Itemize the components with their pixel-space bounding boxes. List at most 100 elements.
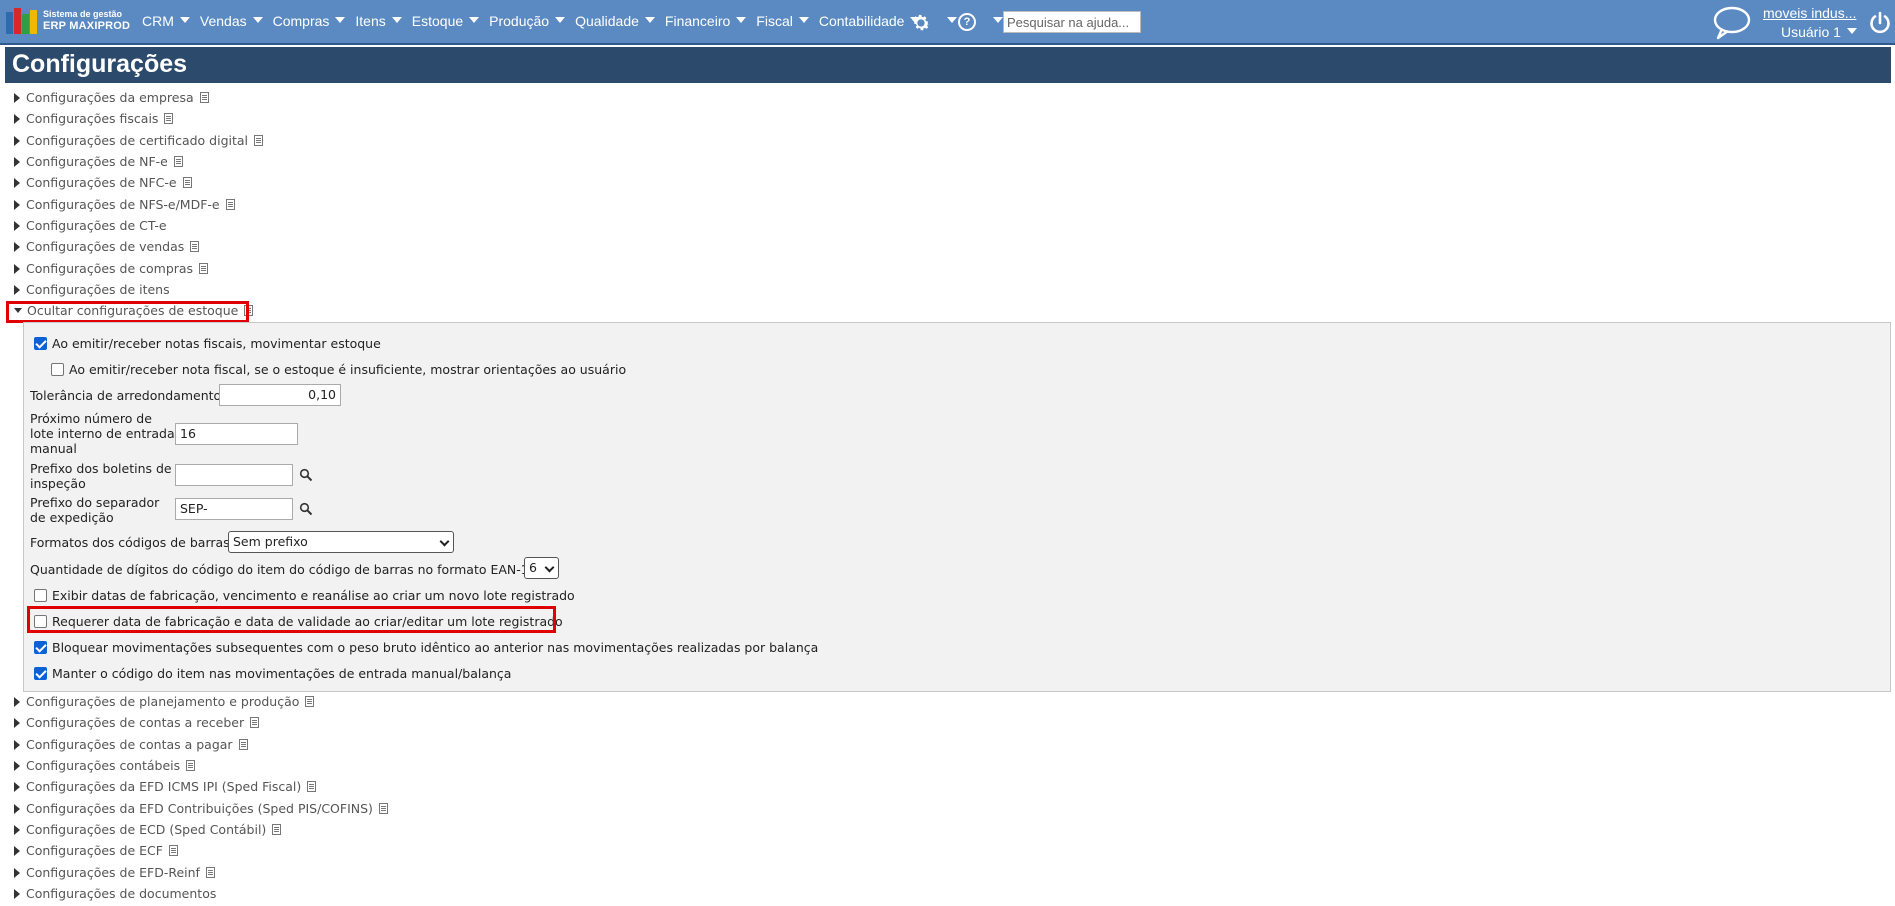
chevron-down-icon: [1846, 28, 1857, 35]
section-compras[interactable]: Configurações de compras: [14, 261, 209, 281]
highlight-box-option: [27, 606, 556, 633]
section-itens[interactable]: Configurações de itens: [14, 282, 170, 302]
help-dropdown-icon[interactable]: [993, 17, 1003, 23]
main-menu: CRM Vendas Compras Itens Estoque Produçã…: [142, 13, 930, 29]
checkbox-keep-item-code[interactable]: [34, 667, 47, 680]
chat-bubble-icon[interactable]: [1712, 5, 1752, 41]
section-contas-pagar[interactable]: Configurações de contas a pagar: [14, 737, 248, 757]
section-nfse-mdfe[interactable]: Configurações de NFS-e/MDF-e: [14, 197, 235, 217]
option-keep-item-code[interactable]: Manter o código do item nas movimentaçõe…: [34, 666, 511, 681]
document-icon[interactable]: [238, 739, 248, 750]
document-icon[interactable]: [182, 177, 192, 188]
chevron-down-icon: [252, 17, 263, 24]
document-icon[interactable]: [254, 135, 264, 146]
document-icon[interactable]: [186, 760, 196, 771]
section-certificado-digital[interactable]: Configurações de certificado digital: [14, 133, 264, 153]
inspection-prefix-label: Prefixo dos boletins de inspeção: [30, 461, 172, 491]
menu-itens[interactable]: Itens: [355, 13, 402, 29]
separator-prefix-label: Prefixo do separador de expedição: [30, 495, 160, 525]
menu-fiscal[interactable]: Fiscal: [756, 13, 809, 29]
chevron-down-icon: [798, 17, 809, 24]
maxiprod-logo[interactable]: [6, 8, 38, 36]
search-icon[interactable]: [299, 468, 313, 482]
document-icon[interactable]: [272, 824, 282, 835]
document-icon[interactable]: [199, 92, 209, 103]
separator-prefix-input[interactable]: SEP-: [175, 498, 293, 520]
checkbox-insufficient-stock[interactable]: [51, 363, 64, 376]
section-vendas[interactable]: Configurações de vendas: [14, 239, 200, 259]
document-icon[interactable]: [168, 845, 178, 856]
option-insufficient-stock[interactable]: Ao emitir/receber nota fiscal, se o esto…: [51, 362, 626, 377]
option-show-dates-new-lot[interactable]: Exibir datas de fabricação, vencimento e…: [34, 588, 575, 603]
expand-icon: [14, 263, 20, 274]
document-icon[interactable]: [173, 156, 183, 167]
next-lot-number-input[interactable]: 16: [175, 423, 298, 445]
help-search-input[interactable]: [1003, 11, 1141, 33]
company-link[interactable]: moveis indus...: [1763, 5, 1856, 21]
menu-vendas[interactable]: Vendas: [200, 13, 263, 29]
checkbox-block-same-weight[interactable]: [34, 641, 47, 654]
document-icon[interactable]: [205, 867, 215, 878]
section-efd-contribuicoes[interactable]: Configurações da EFD Contribuições (Sped…: [14, 801, 388, 821]
chevron-down-icon: [439, 536, 450, 547]
expand-icon: [14, 220, 20, 231]
ean13-digits-label: Quantidade de dígitos do código do item …: [30, 562, 537, 577]
section-nfce[interactable]: Configurações de NFC-e: [14, 175, 192, 195]
section-fiscais[interactable]: Configurações fiscais: [14, 111, 174, 131]
inspection-prefix-input[interactable]: [175, 464, 293, 486]
menu-compras[interactable]: Compras: [273, 13, 346, 29]
menu-crm[interactable]: CRM: [142, 13, 190, 29]
document-icon[interactable]: [250, 717, 260, 728]
expand-icon: [14, 156, 20, 167]
document-icon[interactable]: [225, 199, 235, 210]
gear-icon[interactable]: [910, 12, 932, 34]
section-documentos[interactable]: Configurações de documentos: [14, 886, 216, 906]
power-icon[interactable]: [1868, 11, 1892, 35]
option-emit-move-stock[interactable]: Ao emitir/receber notas fiscais, movimen…: [34, 336, 381, 351]
search-icon[interactable]: [299, 502, 313, 516]
menu-financeiro[interactable]: Financeiro: [665, 13, 747, 29]
settings-dropdown-icon[interactable]: [947, 17, 957, 23]
section-contas-receber[interactable]: Configurações de contas a receber: [14, 715, 260, 735]
chevron-down-icon: [555, 17, 566, 24]
expand-icon: [14, 739, 20, 750]
expand-icon: [14, 803, 20, 814]
expand-icon: [14, 717, 20, 728]
expand-icon: [14, 241, 20, 252]
barcode-formats-select[interactable]: Sem prefixo: [228, 531, 454, 553]
document-icon[interactable]: [199, 263, 209, 274]
help-icon[interactable]: ?: [958, 13, 976, 31]
checkbox-show-dates-new-lot[interactable]: [34, 589, 47, 602]
document-icon[interactable]: [307, 781, 317, 792]
section-empresa[interactable]: Configurações da empresa: [14, 90, 209, 110]
section-contabeis[interactable]: Configurações contábeis: [14, 758, 196, 778]
expand-icon: [14, 824, 20, 835]
document-icon[interactable]: [164, 113, 174, 124]
user-menu[interactable]: Usuário 1: [1781, 24, 1857, 40]
rounding-tolerance-input[interactable]: 0,10: [219, 384, 341, 406]
top-navigation-bar: Sistema de gestão ERP MAXIPROD CRM Venda…: [0, 0, 1895, 45]
section-ecd[interactable]: Configurações de ECD (Sped Contábil): [14, 822, 282, 842]
menu-contabilidade[interactable]: Contabilidade: [819, 13, 921, 29]
menu-estoque[interactable]: Estoque: [412, 13, 480, 29]
next-lot-number-label: Próximo número de lote interno de entrad…: [30, 411, 175, 456]
document-icon[interactable]: [378, 803, 388, 814]
section-cte[interactable]: Configurações de CT-e: [14, 218, 167, 238]
section-efd-reinf[interactable]: Configurações de EFD-Reinf: [14, 865, 215, 885]
option-block-same-weight[interactable]: Bloquear movimentações subsequentes com …: [34, 640, 818, 655]
expand-icon: [14, 92, 20, 103]
document-icon[interactable]: [305, 696, 315, 707]
section-nfe[interactable]: Configurações de NF-e: [14, 154, 183, 174]
section-planejamento-producao[interactable]: Configurações de planejamento e produção: [14, 694, 315, 714]
checkbox-emit-move-stock[interactable]: [34, 337, 47, 350]
expand-icon: [14, 781, 20, 792]
section-efd-icms-ipi[interactable]: Configurações da EFD ICMS IPI (Sped Fisc…: [14, 779, 317, 799]
section-ecf[interactable]: Configurações de ECF: [14, 843, 178, 863]
barcode-formats-label: Formatos dos códigos de barras: [30, 535, 230, 550]
expand-icon: [14, 845, 20, 856]
menu-qualidade[interactable]: Qualidade: [575, 13, 655, 29]
ean13-digits-select[interactable]: 6: [524, 557, 559, 579]
menu-producao[interactable]: Produção: [489, 13, 566, 29]
document-icon[interactable]: [190, 241, 200, 252]
logo-line1: Sistema de gestão: [43, 9, 123, 19]
